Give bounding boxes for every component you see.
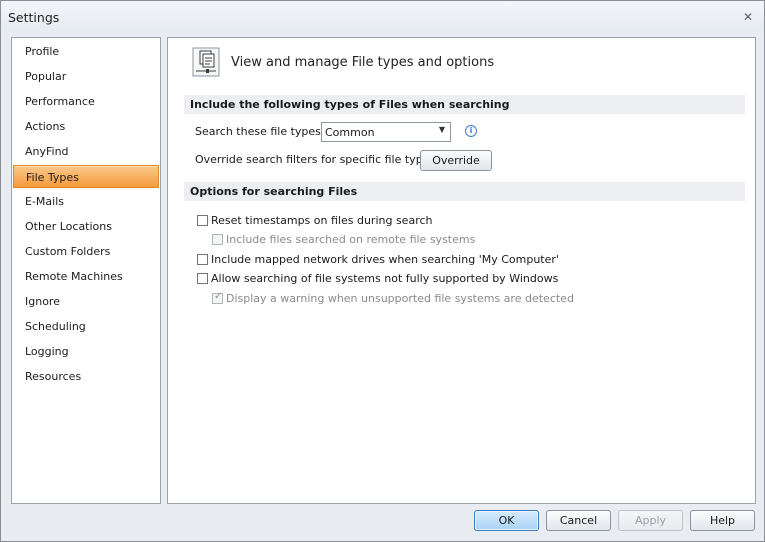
sidebar-item-actions[interactable]: Actions	[13, 115, 159, 138]
unsupported-file-systems-checkbox[interactable]	[197, 273, 208, 284]
info-icon[interactable]: i	[465, 125, 477, 137]
file-types-icon	[192, 47, 220, 77]
sidebar-item-resources[interactable]: Resources	[13, 365, 159, 388]
help-button[interactable]: Help	[690, 510, 755, 531]
override-label: Override search filters for specific fil…	[195, 153, 439, 166]
unsupported-file-systems-label: Allow searching of file systems not full…	[211, 272, 559, 285]
mapped-network-drives-label: Include mapped network drives when searc…	[211, 253, 559, 266]
override-button[interactable]: Override	[420, 150, 492, 171]
title-bar: Settings ✕	[1, 1, 764, 31]
sidebar-item-remote-machines[interactable]: Remote Machines	[13, 265, 159, 288]
sidebar-item-anyfind[interactable]: AnyFind	[13, 140, 159, 163]
checkmark-icon: ✓	[214, 291, 223, 302]
sidebar-item-file-types[interactable]: File Types	[13, 165, 159, 188]
cancel-button[interactable]: Cancel	[546, 510, 611, 531]
sidebar-item-profile[interactable]: Profile	[13, 40, 159, 63]
sidebar-item-custom-folders[interactable]: Custom Folders	[13, 240, 159, 263]
file-types-label: Search these file types:	[195, 125, 325, 138]
sidebar-item-performance[interactable]: Performance	[13, 90, 159, 113]
window-title: Settings	[8, 10, 60, 25]
mapped-network-drives-checkbox[interactable]	[197, 254, 208, 265]
reset-timestamps-label: Reset timestamps on files during search	[211, 214, 433, 227]
display-warning-label: Display a warning when unsupported file …	[226, 292, 574, 305]
remote-file-systems-label: Include files searched on remote file sy…	[226, 233, 476, 246]
sidebar-item-other-locations[interactable]: Other Locations	[13, 215, 159, 238]
close-icon[interactable]: ✕	[741, 10, 755, 24]
page-title: View and manage File types and options	[231, 55, 495, 70]
sidebar-item-ignore[interactable]: Ignore	[13, 290, 159, 313]
file-types-select[interactable]: Common ▼	[321, 122, 451, 142]
sidebar-item-scheduling[interactable]: Scheduling	[13, 315, 159, 338]
content-panel: View and manage File types and options I…	[167, 37, 756, 504]
chevron-down-icon: ▼	[438, 125, 445, 134]
ok-button[interactable]: OK	[474, 510, 539, 531]
section-header-options: Options for searching Files	[184, 182, 745, 201]
display-warning-checkbox[interactable]: ✓	[212, 291, 223, 304]
remote-file-systems-checkbox[interactable]	[212, 234, 223, 245]
sidebar-item-e-mails[interactable]: E-Mails	[13, 190, 159, 213]
sidebar-item-popular[interactable]: Popular	[13, 65, 159, 88]
file-types-select-value: Common	[325, 126, 375, 139]
apply-button[interactable]: Apply	[618, 510, 683, 531]
sidebar-item-logging[interactable]: Logging	[13, 340, 159, 363]
section-header-include-types: Include the following types of Files whe…	[184, 95, 745, 114]
settings-window: Settings ✕ Profile Popular Performance A…	[0, 0, 765, 542]
sidebar: Profile Popular Performance Actions AnyF…	[11, 37, 161, 504]
reset-timestamps-checkbox[interactable]	[197, 215, 208, 226]
